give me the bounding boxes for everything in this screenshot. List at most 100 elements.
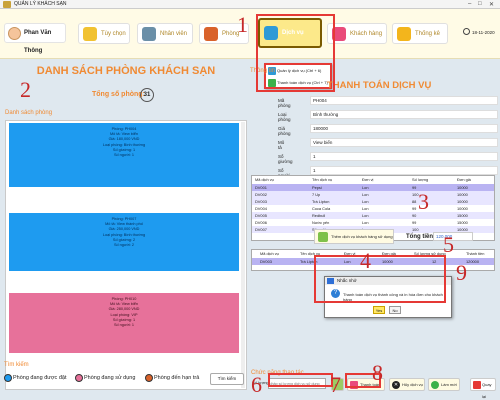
user-badge: Phan Văn Thông — [4, 23, 66, 54]
legend-in-use[interactable]: Phòng đang sử dụng — [75, 374, 136, 382]
add-service-button[interactable]: Thêm dịch vụ khách hàng sử dụng — [314, 229, 394, 244]
room-card[interactable]: Phòng: PH010 Mô tả: View biển Giá: 280,0… — [9, 293, 239, 353]
annotation-number: 2 — [20, 77, 31, 102]
total-rooms-count: 31 — [140, 88, 154, 102]
table-cell: 120000 — [466, 259, 479, 264]
field-label: Loại phòng — [278, 112, 291, 122]
room-list-title: DANH SÁCH PHÒNG KHÁCH SẠN — [36, 65, 216, 77]
service-payment-title: THANH TOÁN DỊCH VỤ — [327, 80, 432, 91]
total-rooms: Tổng số phòng: 31 — [92, 88, 154, 102]
main-toolbar: Phan Văn Thông Tùy chọn Nhân viên Phòng … — [0, 9, 500, 59]
nav-options[interactable]: Tùy chọn — [78, 23, 130, 44]
table-cell: DV006 — [255, 220, 267, 225]
table-cell: 90 — [412, 213, 417, 218]
room-list-scrollbar[interactable] — [241, 122, 245, 388]
table-cell: DV004 — [255, 206, 267, 211]
table-cell: Lon — [362, 185, 369, 190]
service-payment-panel: Thông tin THANH TOÁN DỊCH VỤ Mã phòng PH… — [249, 60, 498, 399]
minimize-button[interactable]: – — [468, 1, 471, 7]
table-header: Mã dịch vụ Tên dịch vụ Đơn vị Số lượng Đ… — [252, 176, 494, 184]
dialog-no-button[interactable]: No — [389, 306, 401, 314]
in-use-dot-icon — [75, 374, 83, 382]
nav-staff-label: Nhân viên — [160, 31, 188, 37]
clock-icon — [463, 28, 470, 35]
table-cell: DV007 — [255, 227, 267, 232]
column-header: Mã dịch vụ — [260, 251, 279, 256]
avatar — [8, 27, 21, 40]
room-card[interactable]: Phòng: PH007 Mô tả: View thành phố Giá: … — [9, 213, 239, 271]
table-cell: 99 — [412, 206, 417, 211]
due-dot-icon — [145, 374, 153, 382]
cancel-button-label: Hủy dịch vụ — [402, 382, 423, 387]
search-button[interactable]: Tìm kiếm — [210, 373, 244, 385]
dialog-yes-button[interactable]: Yes — [373, 306, 385, 314]
annotation-number: 4 — [360, 248, 371, 273]
room-list-panel: DANH SÁCH PHÒNG KHÁCH SẠN Tổng số phòng:… — [5, 60, 247, 396]
field-label: Giá phòng — [278, 126, 291, 136]
guest-count-field[interactable]: 1 — [310, 166, 498, 175]
legend-booked[interactable]: Phòng đang được đặt — [4, 374, 67, 382]
table-body: DV001 Pepsi Lon 99 10000 DV002 7 Up Lon … — [252, 184, 494, 233]
user-name: Phan Văn Thông — [24, 30, 52, 54]
nav-customers[interactable]: Khách hàng — [327, 23, 387, 44]
table-cell: Lon — [362, 199, 369, 204]
current-date: 18-11-2020 — [463, 28, 495, 35]
table-cell: DV003 — [255, 199, 267, 204]
list-icon — [83, 27, 97, 41]
nav-staff[interactable]: Nhân viên — [137, 23, 193, 44]
room-list-label: Danh sách phòng — [5, 110, 53, 116]
cancel-service-button[interactable]: ✕ Hủy dịch vụ — [389, 378, 425, 391]
room-code-field[interactable]: PH004 — [310, 96, 498, 105]
legend-due[interactable]: Phòng đến hạn trả — [145, 374, 200, 382]
room-card[interactable]: Phòng: PH004 Mô tả: View biển Giá: 180,0… — [9, 123, 239, 187]
room-list: Phòng: PH004 Mô tả: View biển Giá: 180,0… — [5, 120, 247, 390]
room-line: Số người: 1 — [113, 153, 135, 158]
annotation-number: 9 — [456, 260, 467, 285]
table-cell: 88 — [412, 199, 417, 204]
search-label: Tìm kiếm — [4, 362, 29, 368]
table-cell: 100 — [412, 227, 419, 232]
chart-icon — [397, 27, 411, 41]
room-type-field[interactable]: Bình thường — [310, 110, 498, 119]
room-info-form: Mã phòng PH004 Loại phòng Bình thường Gi… — [254, 96, 498, 184]
column-header: Tên dịch vụ — [312, 177, 333, 182]
date-text: 18-11-2020 — [472, 30, 495, 35]
refresh-icon — [431, 381, 439, 389]
table-cell: Lon — [362, 213, 369, 218]
annotation-number: 8 — [372, 360, 383, 385]
legend-label: Phòng đang sử dụng — [84, 375, 136, 381]
room-price-field[interactable]: 180000 — [310, 124, 498, 133]
table-cell: 10000 — [457, 185, 468, 190]
table-row[interactable]: DV001 Pepsi Lon 99 10000 — [252, 184, 494, 191]
window-title: QUẢN LÝ KHÁCH SẠN — [14, 1, 67, 7]
table-row[interactable]: DV005 Redbull Lon 90 15000 — [252, 212, 494, 219]
room-description-field[interactable]: View biển — [310, 138, 498, 147]
legend-label: Phòng đang được đặt — [13, 375, 67, 381]
search-area: Tìm kiếm Phòng đang được đặt Phòng đang … — [2, 362, 244, 396]
field-label: Số giường — [278, 154, 293, 164]
table-row[interactable]: DV003 Trà Lipton Lon 88 10000 — [252, 198, 494, 205]
close-button[interactable]: ✕ — [489, 1, 494, 8]
bed-count-field[interactable]: 1 — [310, 152, 498, 161]
annotation-number: 1 — [237, 12, 248, 37]
table-cell: Trà Lipton — [312, 199, 330, 204]
refresh-button[interactable]: Làm mới — [428, 378, 460, 391]
total-amount-label: Tổng tiền: — [406, 234, 435, 240]
nav-statistics[interactable]: Thống kê — [392, 23, 448, 44]
table-row[interactable]: DV004 Coca Cola Lon 99 10000 — [252, 205, 494, 212]
table-cell: Lon — [362, 220, 369, 225]
table-cell: DV001 — [255, 185, 267, 190]
table-cell: Redbull — [312, 213, 326, 218]
column-header: Số lượng — [412, 177, 429, 182]
maximize-button[interactable]: □ — [478, 1, 482, 7]
table-cell: DV002 — [255, 192, 267, 197]
table-cell: Coca Cola — [312, 206, 331, 211]
nav-statistics-label: Thống kê — [415, 31, 441, 37]
table-row[interactable]: DV006 Nước yến Lon 99 15000 — [252, 219, 494, 226]
table-row[interactable]: DV002 7 Up Lon 100 10000 — [252, 191, 494, 198]
table-cell: Pepsi — [312, 185, 322, 190]
back-button[interactable]: Quay lại — [470, 378, 496, 399]
table-cell: 99 — [412, 220, 417, 225]
search-button-label: Tìm kiếm — [217, 376, 237, 381]
legend-label: Phòng đến hạn trả — [154, 375, 200, 381]
